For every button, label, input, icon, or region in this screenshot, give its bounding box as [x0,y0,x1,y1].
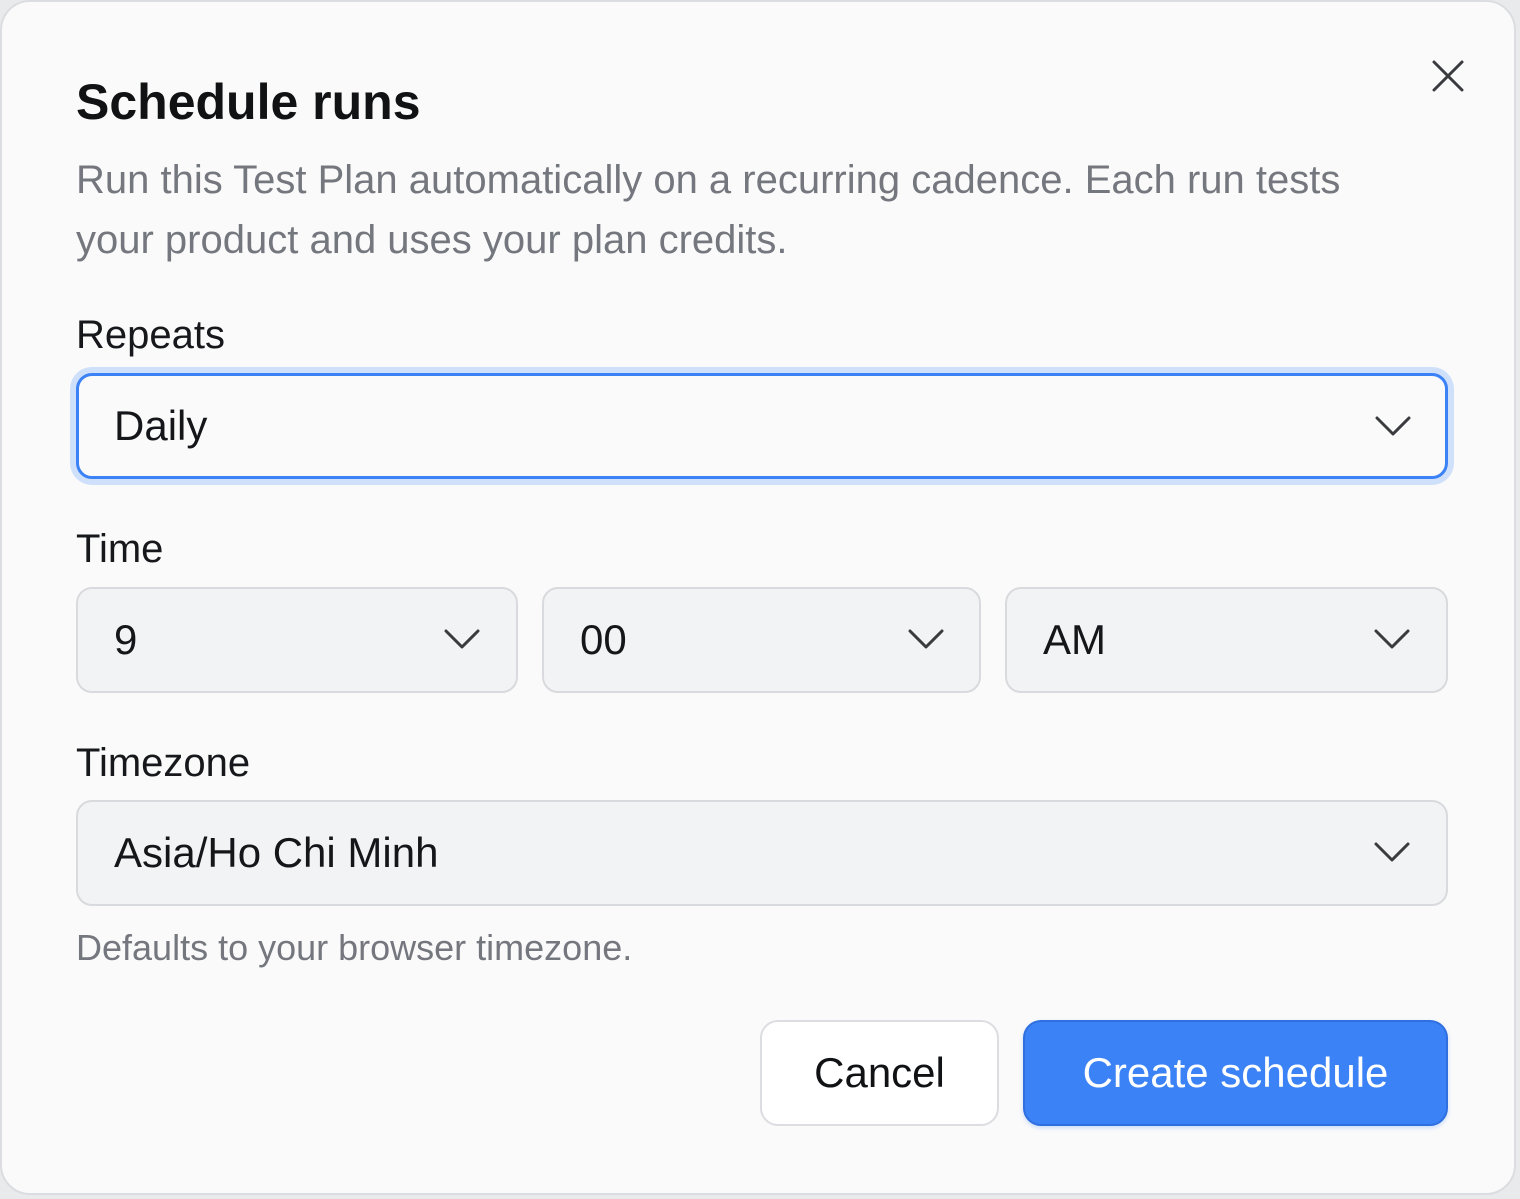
chevron-down-icon [1374,629,1410,649]
cancel-button[interactable]: Cancel [760,1020,999,1126]
chevron-down-icon [1375,416,1411,436]
dialog-title: Schedule runs [76,74,421,130]
close-button[interactable] [1424,52,1472,100]
dialog-description: Run this Test Plan automatically on a re… [76,158,1341,262]
chevron-down-icon [1374,842,1410,862]
create-schedule-button[interactable]: Create schedule [1023,1020,1448,1126]
chevron-down-icon [908,629,944,649]
repeats-select-value: Daily [114,402,208,449]
timezone-select-value: Asia/Ho Chi Minh [114,829,439,876]
minute-select[interactable]: 00 [542,587,981,693]
period-select[interactable]: AM [1005,587,1448,693]
chevron-down-icon [444,629,480,649]
schedule-runs-dialog: Schedule runs Run this Test Plan automat… [0,0,1516,1195]
hour-select[interactable]: 9 [76,587,518,693]
repeats-label: Repeats [76,313,225,357]
timezone-label: Timezone [76,741,251,785]
minute-select-value: 00 [580,616,627,663]
repeats-select[interactable]: Daily [76,373,1448,479]
time-label: Time [76,527,164,571]
timezone-select[interactable]: Asia/Ho Chi Minh [76,800,1448,906]
timezone-hint: Defaults to your browser timezone. [76,927,633,968]
close-icon [1432,60,1464,92]
hour-select-value: 9 [114,616,138,663]
period-select-value: AM [1043,616,1106,663]
